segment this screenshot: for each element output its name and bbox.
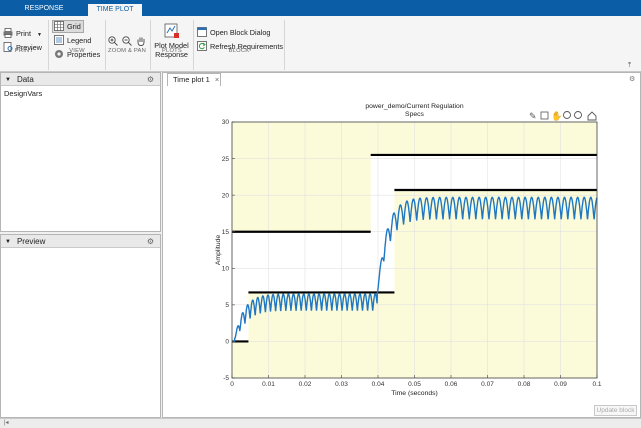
status-bar-icon: |◂	[4, 420, 9, 426]
x-tick-label: 0.08	[518, 381, 531, 388]
y-tick-label: -5	[223, 375, 229, 382]
update-block-button[interactable]: Update block	[594, 405, 637, 416]
upper-bound-region	[232, 122, 371, 232]
upper-bound-region	[370, 122, 597, 155]
x-tick-label: 0.01	[262, 381, 275, 388]
x-axis-label: Time (seconds)	[391, 390, 438, 397]
x-tick-label: 0.04	[372, 381, 385, 388]
y-tick-label: 15	[222, 229, 230, 236]
pan-icon[interactable]: ✋	[551, 110, 562, 121]
plot-layer: 0 0.01 0.02 0.03 0.04 0.05 0.06 0.07 0.08 0.09 0.1…	[215, 103, 602, 397]
data-tips-icon[interactable]	[540, 111, 549, 120]
x-tick-label: 0	[230, 381, 234, 388]
x-tick-label: 0.07	[481, 381, 494, 388]
x-tick-label: 0.03	[335, 381, 348, 388]
axes-toolbar: ✎ ✋	[529, 110, 597, 121]
x-tick-label: 0.06	[445, 381, 458, 388]
x-tick-label: 0.05	[408, 381, 421, 388]
y-tick-label: 0	[225, 339, 229, 346]
y-tick-label: 5	[225, 302, 229, 309]
y-tick-label: 25	[222, 156, 230, 163]
y-tick-label: 30	[222, 119, 230, 126]
zoom-out-icon[interactable]	[574, 111, 582, 119]
chart-title: power_demo/Current Regulation	[365, 103, 463, 110]
y-axis-label: Amplitude	[215, 235, 222, 265]
x-tick-label: 0.1	[592, 381, 601, 388]
time-plot-chart[interactable]: 0 0.01 0.02 0.03 0.04 0.05 0.06 0.07 0.08 0.09 0.1…	[0, 0, 641, 428]
x-tick-label: 0.09	[554, 381, 567, 388]
y-tick-label: 20	[222, 192, 230, 199]
zoom-in-icon[interactable]	[563, 111, 571, 119]
home-icon[interactable]	[587, 111, 597, 121]
export-icon[interactable]: ✎	[529, 111, 537, 121]
status-bar: |◂	[0, 418, 641, 428]
y-tick-label: 10	[222, 265, 230, 272]
x-tick-label: 0.02	[299, 381, 312, 388]
chart-subtitle: Specs	[405, 111, 424, 118]
lower-bound-region	[232, 341, 249, 378]
